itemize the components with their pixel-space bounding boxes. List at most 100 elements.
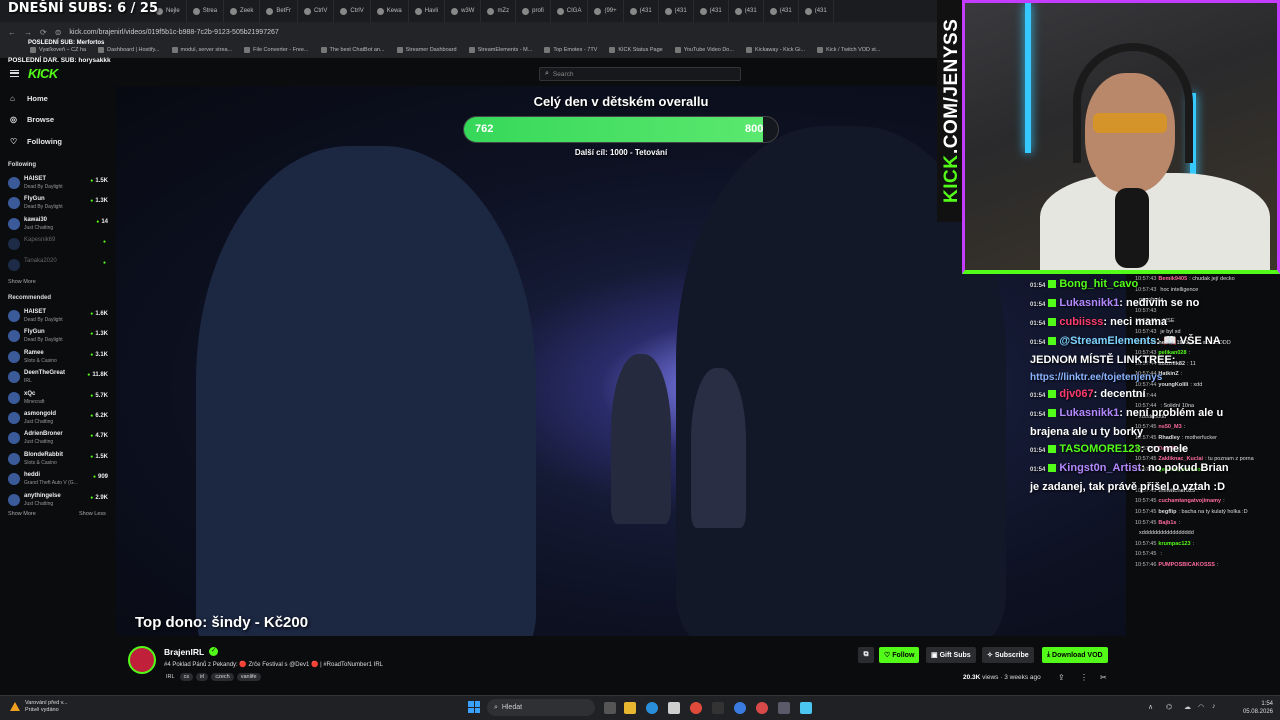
sidebar-channel-item[interactable]: DeenTheGreatIRL11.8K [8, 369, 108, 389]
clip-icon[interactable]: ✂ [1100, 673, 1107, 682]
bookmark-item[interactable]: Top Emotes - 7TV [544, 47, 597, 53]
sidebar-channel-item[interactable]: heddiGrand Theft Auto V (G...909 [8, 471, 108, 491]
browser-tab[interactable]: CIGA [551, 0, 589, 22]
bookmark-item[interactable]: File Converter - Free... [244, 47, 309, 53]
browser-tab[interactable]: Kewa [371, 0, 409, 22]
stream-tag[interactable]: IRL [164, 673, 177, 681]
browser-tab[interactable]: profi [516, 0, 551, 22]
browser-tab[interactable]: Strea [187, 0, 225, 22]
following-show-more[interactable]: Show More [8, 279, 36, 285]
reload-icon[interactable]: ⟳ [40, 28, 47, 37]
nav-home[interactable]: ⌂ Home [10, 94, 48, 103]
sidebar-channel-item[interactable]: RameeSlots & Casino3.1K [8, 349, 108, 369]
bookmark-item[interactable]: Vyaťkoveň – CZ ha [30, 47, 86, 53]
store-icon[interactable] [668, 702, 680, 714]
url-text[interactable]: kick.com/brajenirl/videos/019f5b1c-b988-… [69, 29, 278, 36]
task-view-icon[interactable] [604, 702, 616, 714]
chat-message-large: 01:54 Kingst0n_Artist: no pokud Brian je … [1030, 462, 1229, 493]
browser-icon[interactable] [734, 702, 746, 714]
taskbar-search-input[interactable]: ⌕ Hledat [487, 699, 595, 716]
sidebar-channel-item[interactable]: BlondeRabbitSlots & Casino1.5K [8, 451, 108, 471]
bookmark-item[interactable]: Kick / Twitch VOD st... [817, 47, 880, 53]
sidebar-channel-item[interactable]: Kapesnik69 [8, 236, 108, 256]
tab-favicon-icon [414, 7, 422, 15]
windows-start-icon[interactable] [468, 701, 480, 713]
sidebar-channel-item[interactable]: FlyGunDead By Daylight1.3K [8, 328, 108, 348]
browser-tab[interactable]: Zeek [224, 0, 261, 22]
bookmark-item[interactable]: Streamer Dashboard [396, 47, 457, 53]
streamer-avatar[interactable] [128, 646, 156, 674]
theatre-mode-button[interactable]: ⧉ [858, 647, 874, 663]
stream-tag[interactable]: cs [179, 673, 194, 681]
network-icon[interactable]: ⌬ [1166, 703, 1172, 711]
streamer-name[interactable]: BrajenIRL [164, 647, 204, 657]
bookmark-item[interactable]: YouTube Video Do... [674, 47, 734, 53]
browser-tab[interactable]: (431 [729, 0, 764, 22]
chrome-icon[interactable] [690, 702, 702, 714]
stream-tag[interactable]: irl [196, 673, 209, 681]
app-icon[interactable] [778, 702, 790, 714]
site-info-icon[interactable]: ⊜ [55, 28, 62, 37]
edge-icon[interactable] [646, 702, 658, 714]
browser-tab[interactable]: (431 [694, 0, 729, 22]
volume-icon[interactable]: ♪ [1212, 703, 1216, 710]
share-icon[interactable]: ⇪ [1058, 673, 1065, 682]
browser-tab[interactable]: (431 [799, 0, 834, 22]
browser-tab[interactable]: CtrlV [334, 0, 371, 22]
nav-browse[interactable]: ◎ Browse [10, 115, 54, 124]
chat-message-large: 01:54 Lukasnikk1: nedivim se no [1030, 297, 1200, 309]
sidebar-channel-item[interactable]: HAISETDead By Daylight1.5K [8, 175, 108, 195]
kick-logo[interactable]: KICK [28, 66, 58, 81]
browser-tab[interactable]: w3W [445, 0, 482, 22]
tray-chevron-icon[interactable]: ∧ [1148, 703, 1153, 711]
nav-following[interactable]: ♡ Following [10, 137, 62, 146]
browser-tab[interactable]: (431 [659, 0, 694, 22]
stream-tags: IRL cs irl czech vanlife [164, 673, 264, 681]
star-icon: ✧ [987, 652, 995, 659]
browser-tab[interactable]: (99+ [588, 0, 624, 22]
browser-tab[interactable]: Havli [409, 0, 446, 22]
sidebar-channel-item[interactable]: AdrienBronerJust Chatting4.7K [8, 430, 108, 450]
bookmark-item[interactable]: KICK Status Page [609, 47, 663, 53]
hamburger-menu-icon[interactable] [10, 70, 19, 77]
subscribe-button[interactable]: ✧ Subscribe [982, 647, 1034, 663]
browser-tab[interactable]: (431 [764, 0, 799, 22]
browser-tab[interactable]: BetFr [260, 0, 299, 22]
sidebar-channel-item[interactable]: xQcMinecraft5.7K [8, 390, 108, 410]
stream-tag[interactable]: vanlife [236, 673, 261, 681]
obs-icon[interactable] [756, 702, 768, 714]
sidebar-channel-item[interactable]: kawai30Just Chatting14 [8, 216, 108, 236]
app-icon[interactable] [800, 702, 812, 714]
recommended-show-less[interactable]: Show Less [79, 511, 106, 517]
more-options-icon[interactable]: ⋮ [1080, 673, 1088, 682]
search-input[interactable]: ⌕ Search [539, 67, 741, 81]
bookmark-item[interactable]: Kickaway - Kick Gi... [745, 47, 805, 53]
cloud-icon[interactable]: ☁ [1184, 703, 1191, 711]
browser-tab[interactable]: mZz [481, 0, 517, 22]
bookmark-item[interactable]: The best ChatBot an... [320, 47, 385, 53]
sidebar-channel-item[interactable]: asmongoldJust Chatting6.2K [8, 410, 108, 430]
bookmark-item[interactable]: StreamElements - M... [468, 47, 532, 53]
browser-tab[interactable]: CtrlV [298, 0, 335, 22]
forward-icon[interactable]: → [24, 28, 32, 37]
terminal-icon[interactable] [712, 702, 724, 714]
recommended-show-more[interactable]: Show More [8, 511, 36, 517]
stream-tag[interactable]: czech [211, 673, 234, 681]
wifi-icon[interactable]: ◠ [1198, 703, 1204, 711]
back-icon[interactable]: ← [8, 28, 16, 37]
bookmark-item[interactable]: Dashboard | Hostify... [98, 47, 160, 53]
sidebar-channel-item[interactable]: HAISETDead By Daylight1.6K [8, 308, 108, 328]
sidebar-channel-item[interactable]: FlyGunDead By Daylight1.3K [8, 195, 108, 215]
taskbar-clock[interactable]: 1:54 05.08.2026 [1225, 700, 1273, 716]
browser-tab[interactable]: (431 [624, 0, 659, 22]
notification-warning[interactable]: Varování před v... Právě vydáno [25, 700, 68, 714]
bookmark-favicon-icon [30, 47, 36, 53]
follow-button[interactable]: ♡ Follow [879, 647, 920, 663]
bookmark-item[interactable]: modul, server strea... [171, 47, 232, 53]
tab-favicon-icon [487, 7, 495, 15]
download-vod-button[interactable]: ⤓ Download VOD [1042, 647, 1108, 663]
sidebar-channel-item[interactable]: anythingelseJust Chatting2.9K [8, 492, 108, 512]
gift-subs-button[interactable]: ▣ Gift Subs [926, 647, 976, 663]
sidebar-channel-item[interactable]: Tanaka2020 [8, 257, 108, 277]
file-explorer-icon[interactable] [624, 702, 636, 714]
